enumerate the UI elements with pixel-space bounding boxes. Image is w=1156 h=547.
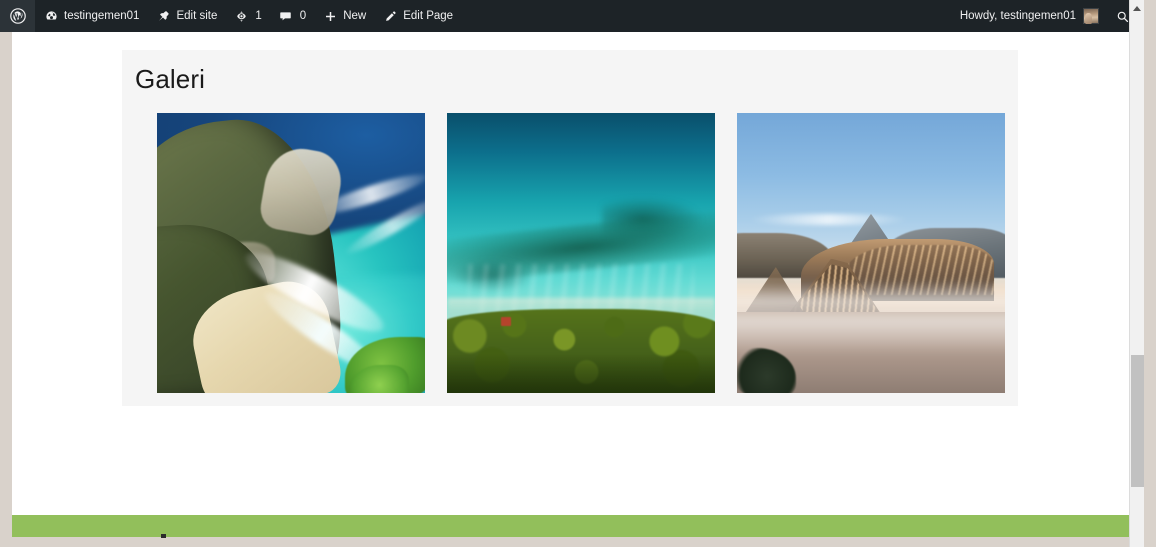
edit-page-menu-item[interactable]: Edit Page — [374, 0, 461, 32]
edit-page-label: Edit Page — [403, 10, 454, 22]
gallery-item-mount-bromo-sunrise[interactable] — [737, 113, 1005, 393]
gallery-item-kelingking-beach-cliff[interactable] — [157, 113, 425, 393]
vertical-scrollbar[interactable] — [1129, 0, 1144, 547]
wp-admin-bar: testingemen01 Edit site 1 0 New Edit Pag… — [0, 0, 1141, 32]
browser-viewport: testingemen01 Edit site 1 0 New Edit Pag… — [0, 0, 1156, 547]
gallery-item-aerial-turquoise-reef-jungle[interactable] — [447, 113, 715, 393]
image-gallery — [157, 113, 1005, 393]
comments-menu-item[interactable]: 0 — [270, 0, 314, 32]
admin-bar-left-group: testingemen01 Edit site 1 0 New Edit Pag… — [0, 0, 461, 32]
updates-icon — [233, 8, 249, 24]
wordpress-logo-icon — [10, 8, 26, 24]
wp-logo-menu-item[interactable] — [0, 0, 35, 32]
footer-band — [12, 515, 1141, 537]
mount-bromo-sunrise-image — [737, 113, 1005, 393]
plus-icon — [322, 8, 338, 24]
new-content-label: New — [343, 10, 367, 22]
site-name-menu-item[interactable]: testingemen01 — [35, 0, 147, 32]
updates-count: 1 — [255, 10, 262, 22]
admin-bar-right-group: Howdy, testingemen01 — [950, 0, 1141, 32]
kelingking-beach-cliff-image — [157, 113, 425, 393]
page-title: Galeri — [135, 64, 205, 94]
edit-site-menu-item[interactable]: Edit site — [147, 0, 225, 32]
search-icon — [1114, 8, 1130, 24]
footer-partial-element — [161, 534, 166, 538]
site-name-label: testingemen01 — [64, 10, 140, 22]
aerial-turquoise-reef-jungle-image — [447, 113, 715, 393]
howdy-label: Howdy, testingemen01 — [959, 10, 1076, 22]
pencil-icon — [382, 8, 398, 24]
pushpin-icon — [155, 8, 171, 24]
updates-menu-item[interactable]: 1 — [225, 0, 269, 32]
page-canvas: Galeri — [12, 32, 1141, 515]
scrollbar-thumb[interactable] — [1131, 355, 1144, 487]
user-avatar — [1083, 8, 1099, 24]
scroll-up-arrow-icon[interactable] — [1130, 0, 1144, 16]
gallery-content-card: Galeri — [122, 50, 1018, 406]
comments-count: 0 — [299, 10, 307, 22]
my-account-menu-item[interactable]: Howdy, testingemen01 — [950, 0, 1107, 32]
edit-site-label: Edit site — [176, 10, 218, 22]
dashboard-icon — [43, 8, 59, 24]
new-content-menu-item[interactable]: New — [314, 0, 374, 32]
comment-bubble-icon — [278, 8, 294, 24]
